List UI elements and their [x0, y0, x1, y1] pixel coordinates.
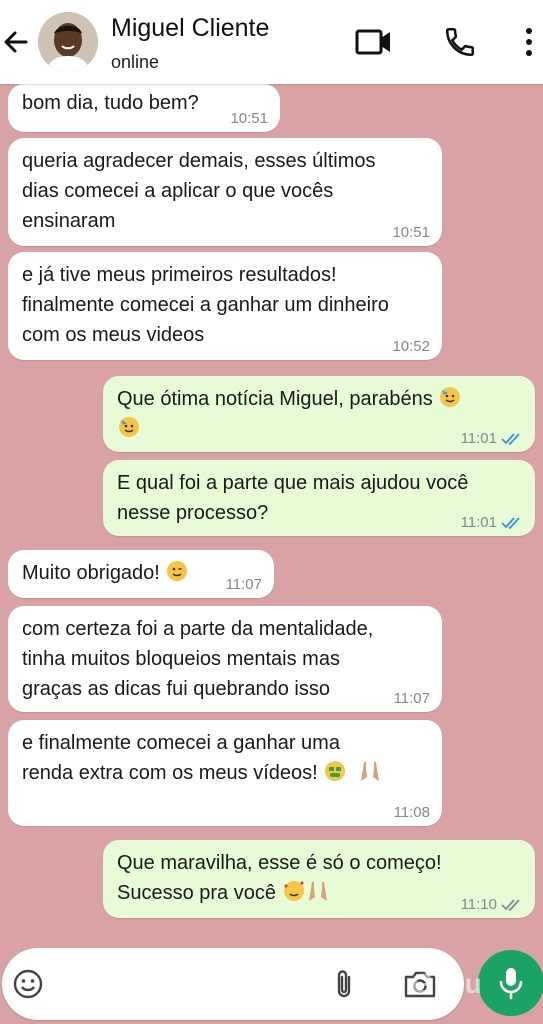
message-time: 11:07: [225, 576, 262, 593]
attach-icon[interactable]: [326, 966, 362, 1002]
message-time: 10:52: [392, 338, 430, 355]
message-time: 11:01: [461, 430, 523, 448]
message-bubble-incoming[interactable]: e já tive meus primeiros resultados! fin…: [8, 252, 442, 360]
message-bubble-incoming[interactable]: com certeza foi a parte da mentalidade, …: [8, 606, 442, 712]
message-text: com certeza foi a parte da mentalidade, …: [22, 618, 374, 700]
message-time: 11:01: [461, 514, 523, 532]
message-text: Muito obrigado!: [22, 558, 189, 588]
back-arrow-icon[interactable]: [0, 24, 32, 60]
more-icon[interactable]: [514, 22, 543, 62]
winking-face-icon: [167, 561, 188, 581]
message-bubble-outgoing[interactable]: E qual foi a parte que mais ajudou você …: [103, 460, 535, 536]
message-bubble-outgoing[interactable]: Que maravilha, esse é só o começo! Suces…: [103, 840, 535, 918]
raising-hands-icon: [308, 882, 327, 901]
message-time: 10:51: [230, 110, 268, 127]
phone-icon[interactable]: [440, 22, 480, 62]
chat-header: Miguel Cliente online: [0, 0, 543, 84]
message-time: 11:10: [461, 896, 523, 914]
mic-button[interactable]: [478, 950, 543, 1016]
message-bubble-incoming[interactable]: queria agradecer demais, esses últimos d…: [8, 138, 442, 246]
contact-status: online: [111, 52, 160, 72]
contact-name[interactable]: Miguel Cliente: [111, 14, 269, 43]
message-input[interactable]: [2, 948, 464, 1020]
message-bubble-outgoing[interactable]: Que ótima notícia Miguel, parabéns 11:01: [103, 376, 535, 452]
message-text: Que ótima notícia Miguel, parabéns: [117, 384, 462, 414]
delivered-ticks-icon: [501, 899, 520, 912]
message-time: 11:08: [393, 804, 430, 821]
read-ticks-icon: [501, 517, 520, 530]
message-text: bom dia, tudo bem?: [22, 92, 199, 114]
message-bubble-incoming[interactable]: Muito obrigado! 11:07: [8, 550, 274, 598]
raising-hands-icon: [361, 762, 380, 781]
watermark: Guru: [412, 968, 483, 999]
partying-face-icon: [119, 417, 139, 437]
smiling-face-with-hearts-icon: [283, 881, 304, 901]
message-time: 10:51: [392, 224, 430, 241]
money-mouth-face-icon: [325, 761, 346, 781]
message-text: E qual foi a parte que mais ajudou você …: [117, 472, 469, 524]
video-call-icon[interactable]: [354, 22, 394, 62]
message-bubble-incoming[interactable]: e finalmente comecei a ganhar uma renda …: [8, 720, 442, 826]
read-ticks-icon: [501, 433, 520, 446]
avatar[interactable]: [38, 12, 98, 72]
message-time: 11:07: [393, 690, 430, 707]
partying-face-icon: [440, 387, 461, 407]
message-text: Que maravilha, esse é só o começo! Suces…: [117, 852, 442, 904]
emoji-line: [117, 414, 141, 444]
message-bubble-incoming[interactable]: bom dia, tudo bem? 10:51: [8, 84, 280, 132]
message-text: e já tive meus primeiros resultados! fin…: [22, 264, 389, 346]
mic-icon: [499, 968, 523, 1000]
chat-area[interactable]: bom dia, tudo bem? 10:51 queria agradece…: [0, 84, 543, 944]
message-text: queria agradecer demais, esses últimos d…: [22, 150, 376, 232]
emoji-icon[interactable]: [10, 966, 46, 1002]
message-text: e finalmente comecei a ganhar uma renda …: [22, 728, 382, 788]
